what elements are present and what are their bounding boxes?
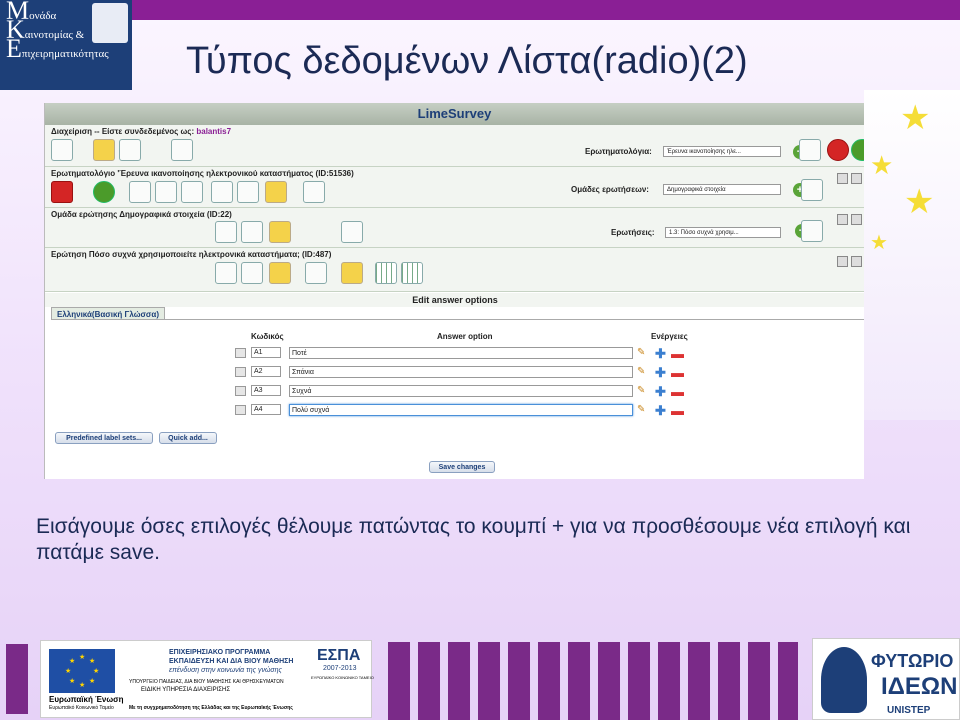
new-question-icon[interactable] — [801, 220, 823, 242]
pencil-icon[interactable]: ✎ — [637, 367, 647, 377]
remove-answer-icon[interactable]: ▬ — [671, 385, 684, 398]
minimize-icon[interactable] — [837, 256, 848, 267]
edit-icon[interactable] — [211, 181, 233, 203]
maximize-icon[interactable] — [851, 173, 862, 184]
stop-icon[interactable] — [51, 181, 73, 203]
monada-logo: Μονάδα Καινοτομίας & Επιχειρηματικότητας — [0, 0, 132, 90]
edit-group-icon[interactable] — [215, 221, 237, 243]
code-field[interactable]: A4 — [251, 404, 281, 415]
limesurvey-screenshot: LimeSurvey Διαχείριση -- Είστε συνδεδεμέ… — [44, 103, 864, 479]
home-icon[interactable] — [51, 139, 73, 161]
answer-text-field[interactable]: Ποτέ — [289, 347, 633, 359]
minimize-icon[interactable] — [837, 173, 848, 184]
delete-icon[interactable] — [237, 181, 259, 203]
top-accent-bar — [132, 0, 960, 20]
help-icon[interactable] — [851, 139, 864, 161]
pencil-icon[interactable]: ✎ — [637, 386, 647, 396]
remove-answer-icon[interactable]: ▬ — [671, 366, 684, 379]
remove-answer-icon[interactable]: ▬ — [671, 347, 684, 360]
star-icon: ★ — [870, 150, 894, 180]
new-group-icon[interactable] — [801, 179, 823, 201]
star-icon: ★ — [900, 99, 931, 137]
footer-left-bar — [6, 644, 28, 714]
export-icon[interactable] — [265, 181, 287, 203]
quick-add-button[interactable]: Quick add... — [159, 432, 217, 444]
group-toolbar: Ομάδα ερώτησης Δημογραφικά στοιχεία (ID:… — [45, 208, 864, 248]
settings-icon[interactable] — [93, 181, 115, 203]
delete-question-icon[interactable] — [241, 262, 263, 284]
survey-toolbar: Ερωτηματολόγιο 'Έρευνα ικανοποίησης ηλεκ… — [45, 167, 864, 208]
pencil-icon[interactable]: ✎ — [637, 405, 647, 415]
edit-question-icon[interactable] — [215, 262, 237, 284]
remove-answer-icon[interactable]: ▬ — [671, 404, 684, 417]
star-icon: ★ — [870, 232, 888, 254]
add-answer-icon[interactable]: ✚ — [655, 404, 666, 417]
preview-icon[interactable] — [129, 181, 151, 203]
app-header: LimeSurvey — [45, 103, 864, 125]
minimize-icon[interactable] — [837, 214, 848, 225]
drag-handle-icon[interactable] — [235, 386, 246, 396]
maximize-icon[interactable] — [851, 214, 862, 225]
answer-text-field[interactable]: Πολύ συχνά — [289, 404, 633, 416]
star-icon: ★ — [904, 183, 935, 221]
export-question-icon[interactable] — [269, 262, 291, 284]
code-field[interactable]: A3 — [251, 385, 281, 396]
test-icon[interactable] — [155, 181, 177, 203]
users-icon[interactable] — [119, 139, 141, 161]
drag-handle-icon[interactable] — [235, 405, 246, 415]
answer-options-panel: Κωδικός Answer option Ενέργειες A1 Ποτέ … — [51, 319, 864, 479]
survey-select[interactable]: Έρευνα ικανοποίησης ηλε... — [663, 146, 781, 157]
reorder-icon[interactable] — [341, 221, 363, 243]
question-select[interactable]: 1.3: Πόσο συχνά χρησιμ... — [665, 227, 781, 238]
slide-title: Τύπος δεδομένων Λίστα(radio)(2) — [186, 40, 748, 82]
participants-icon[interactable] — [303, 181, 325, 203]
export-group-icon[interactable] — [269, 221, 291, 243]
person-logo-icon — [821, 647, 867, 713]
slide-description: Εισάγουμε όσες επιλογές θέλουμε πατώντας… — [36, 515, 911, 564]
group-select[interactable]: Δημογραφικά στοιχεία — [663, 184, 781, 195]
answer-text-field[interactable]: Σπάνια — [289, 366, 633, 378]
conditions-icon[interactable] — [341, 262, 363, 284]
admin-toolbar: Διαχείριση -- Είστε συνδεδεμένος ως: bal… — [45, 125, 864, 167]
stars-decoration: ★ ★ ★ ★ — [864, 90, 960, 420]
subquestions-icon[interactable] — [401, 262, 423, 284]
logout-icon[interactable] — [827, 139, 849, 161]
maximize-icon[interactable] — [851, 256, 862, 267]
save-changes-button[interactable]: Save changes — [429, 461, 495, 473]
answer-options-icon[interactable] — [375, 262, 397, 284]
add-answer-icon[interactable]: ✚ — [655, 347, 666, 360]
code-field[interactable]: A1 — [251, 347, 281, 358]
fytorio-ideon-logo: ΦΥΤΩΡΙΟ ΙΔΕΩΝ UNISTEP — [812, 638, 960, 720]
predefined-label-sets-button[interactable]: Predefined label sets... — [55, 432, 153, 444]
add-answer-icon[interactable]: ✚ — [655, 385, 666, 398]
key-icon[interactable] — [93, 139, 115, 161]
checklist-icon[interactable] — [171, 139, 193, 161]
pencil-icon[interactable]: ✎ — [637, 348, 647, 358]
eu-flag-icon: ★ ★ ★ ★ ★ ★ ★ ★ — [49, 649, 115, 693]
new-document-icon[interactable] — [799, 139, 821, 161]
add-answer-icon[interactable]: ✚ — [655, 366, 666, 379]
answer-text-field[interactable]: Συχνά — [289, 385, 633, 397]
drag-handle-icon[interactable] — [235, 348, 246, 358]
delete-group-icon[interactable] — [241, 221, 263, 243]
funding-banner: ★ ★ ★ ★ ★ ★ ★ ★ Ευρωπαϊκή Ένωση Ευρωπαϊκό Κοι… — [40, 640, 374, 718]
footer-stripes — [388, 642, 798, 720]
col-option-header: Answer option — [437, 332, 493, 341]
col-actions-header: Ενέργειες — [651, 332, 688, 341]
copy-question-icon[interactable] — [305, 262, 327, 284]
code-field[interactable]: A2 — [251, 366, 281, 377]
col-code-header: Κωδικός — [251, 332, 284, 341]
question-toolbar: Ερώτηση Πόσο συχνά χρησιμοποιείτε ηλεκτρ… — [45, 248, 864, 292]
logo-figure-icon — [92, 3, 128, 43]
edit-answer-options-title: Edit answer options — [45, 293, 864, 307]
print-icon[interactable] — [181, 181, 203, 203]
drag-handle-icon[interactable] — [235, 367, 246, 377]
